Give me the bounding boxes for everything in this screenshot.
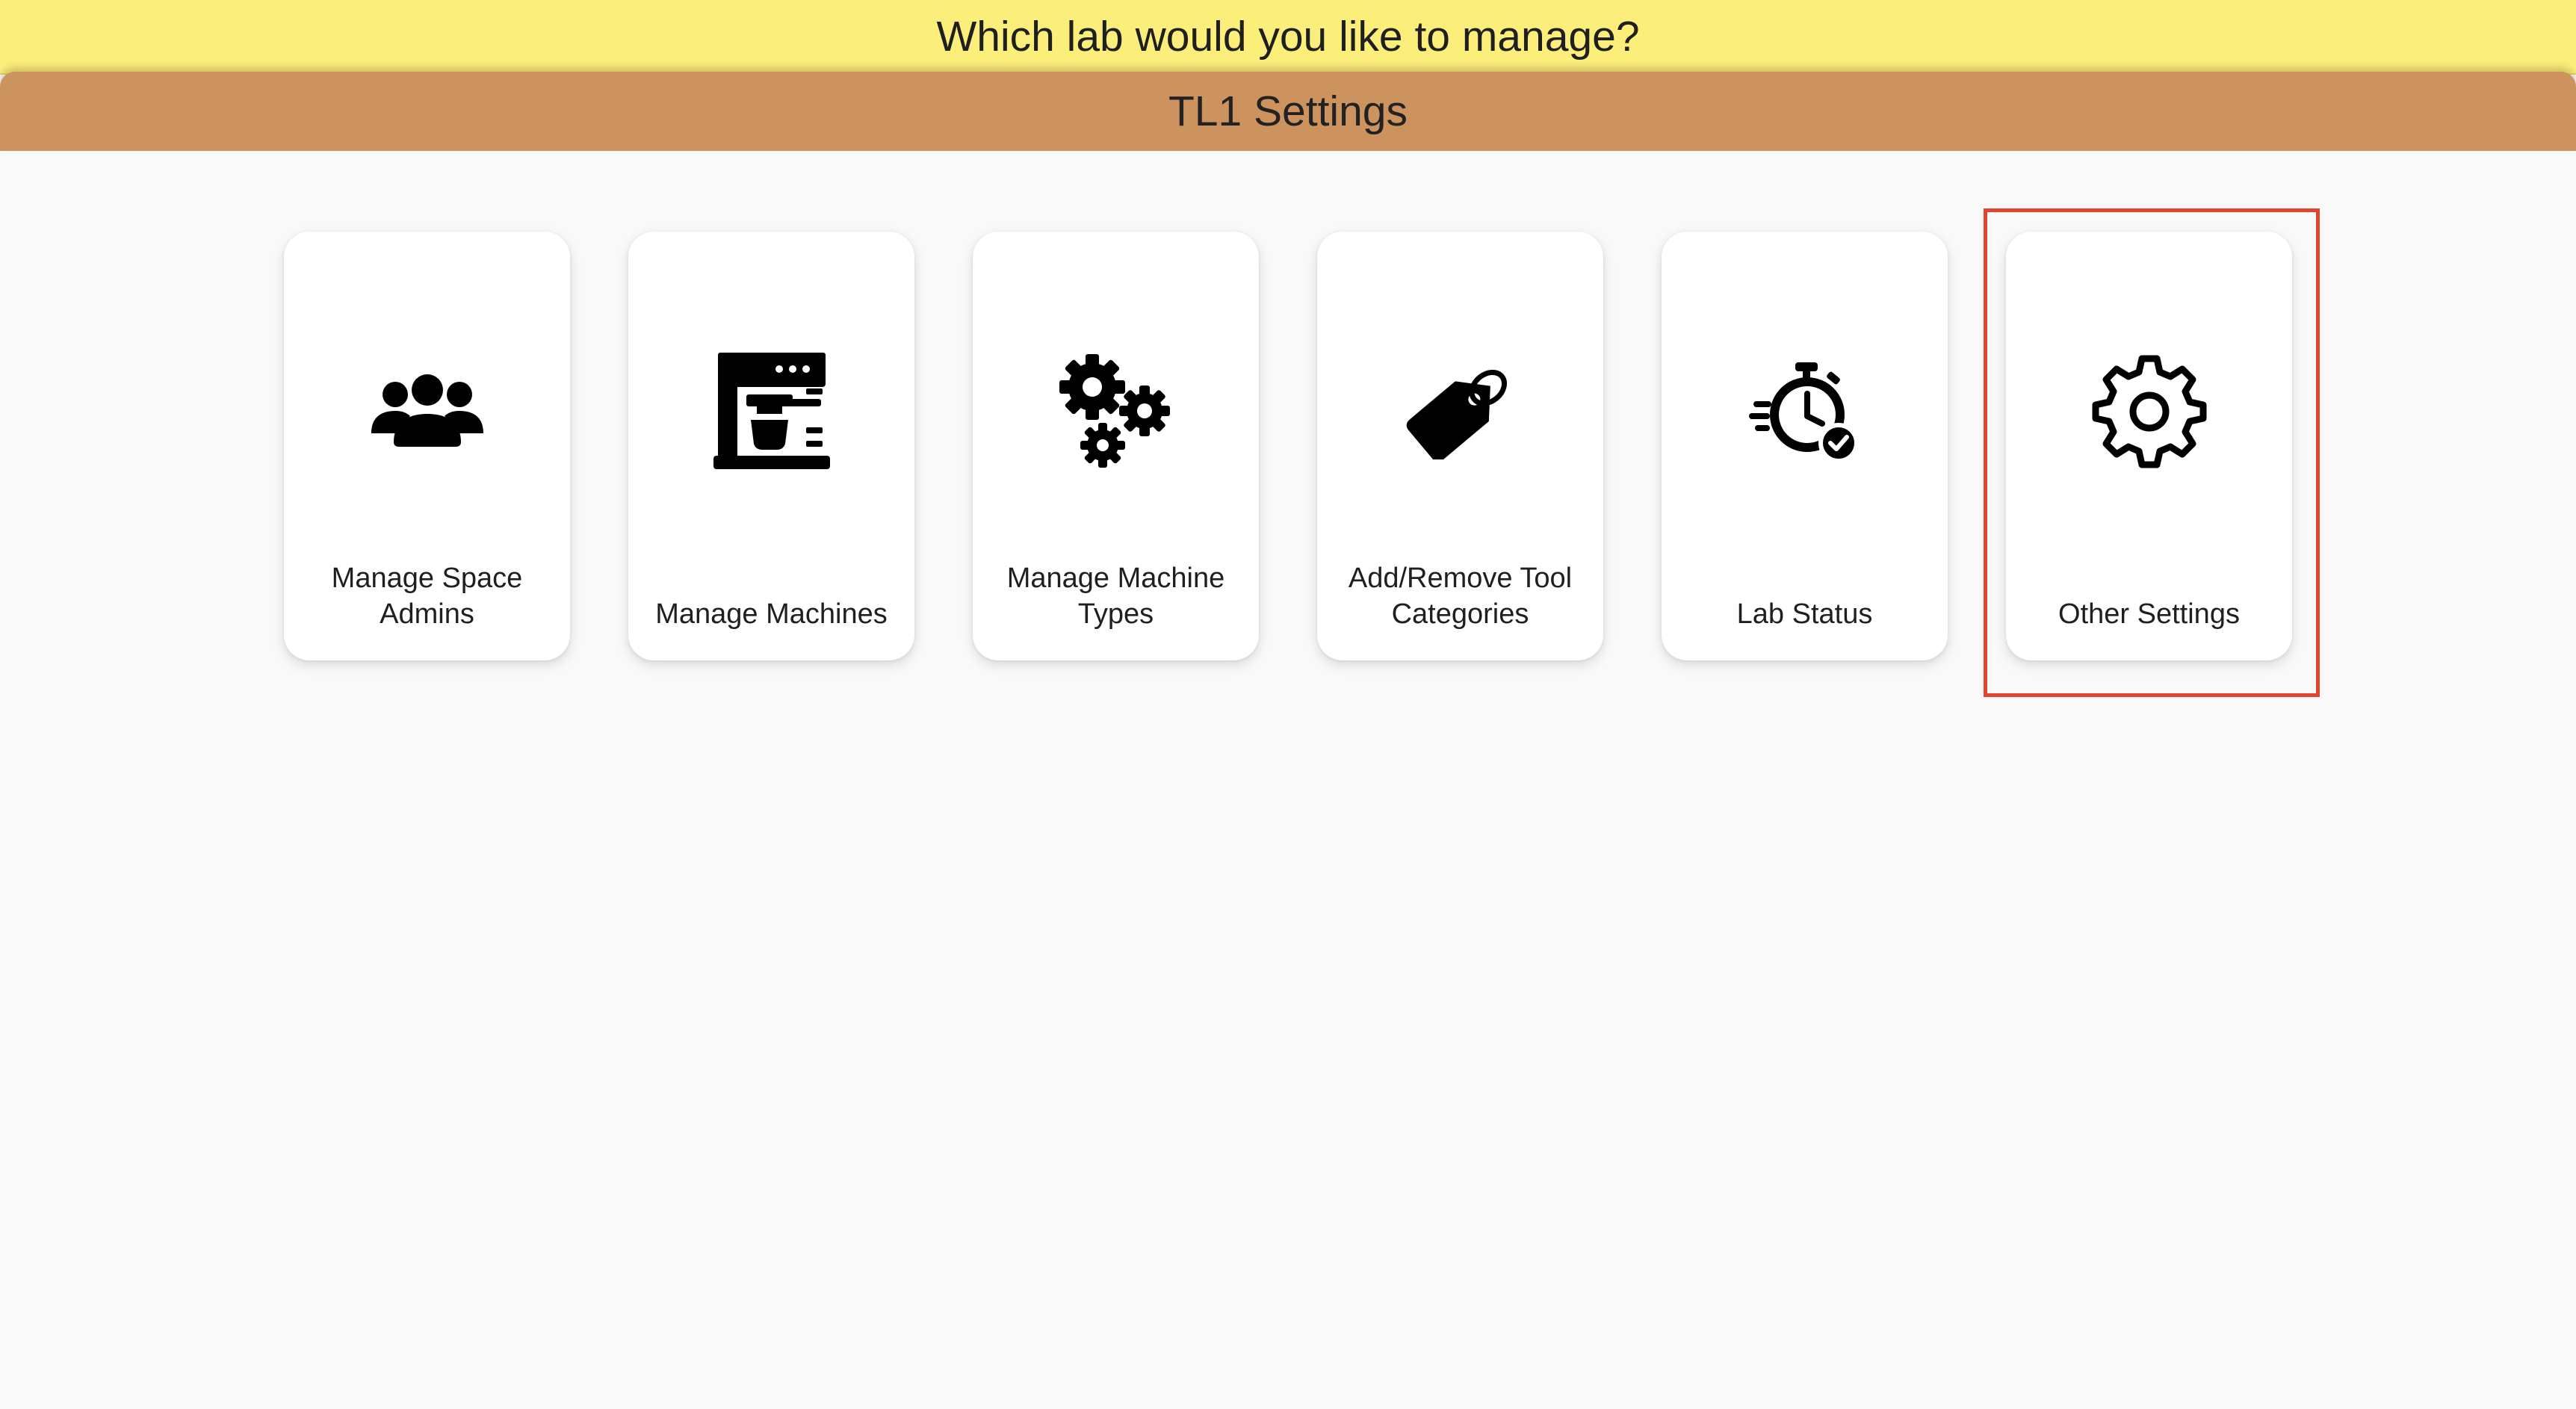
add-remove-tool-categories-card[interactable]: Add/Remove Tool Categories [1317,232,1603,660]
lab-status-card[interactable]: Lab Status [1662,232,1948,660]
manage-machine-types-label: Manage Machine Types [1006,563,1225,630]
settings-title: TL1 Settings [1168,87,1408,135]
manage-machines-card[interactable]: Manage Machines [628,232,914,660]
manage-machines-label: Manage Machines [655,598,888,630]
users-icon [284,344,570,478]
lab-status-label: Lab Status [1736,598,1873,630]
lab-prompt-title: Which lab would you like to manage? [936,13,1640,61]
gears-icon [973,344,1259,478]
espresso-machine-icon [628,344,914,478]
other-settings-label: Other Settings [2058,598,2240,630]
manage-space-admins-label: Manage Space Admins [331,563,523,630]
gear-outline-icon [2006,344,2292,478]
manage-machine-types-card[interactable]: Manage Machine Types [973,232,1259,660]
add-remove-tool-categories-label: Add/Remove Tool Categories [1348,563,1573,630]
manage-space-admins-card[interactable]: Manage Space Admins [284,232,570,660]
lab-prompt-banner: Which lab would you like to manage? [0,0,2576,75]
settings-header: TL1 Settings [0,72,2576,151]
tag-icon [1317,344,1603,478]
other-settings-card[interactable]: Other Settings [2006,232,2292,660]
stopwatch-check-icon [1662,344,1948,478]
